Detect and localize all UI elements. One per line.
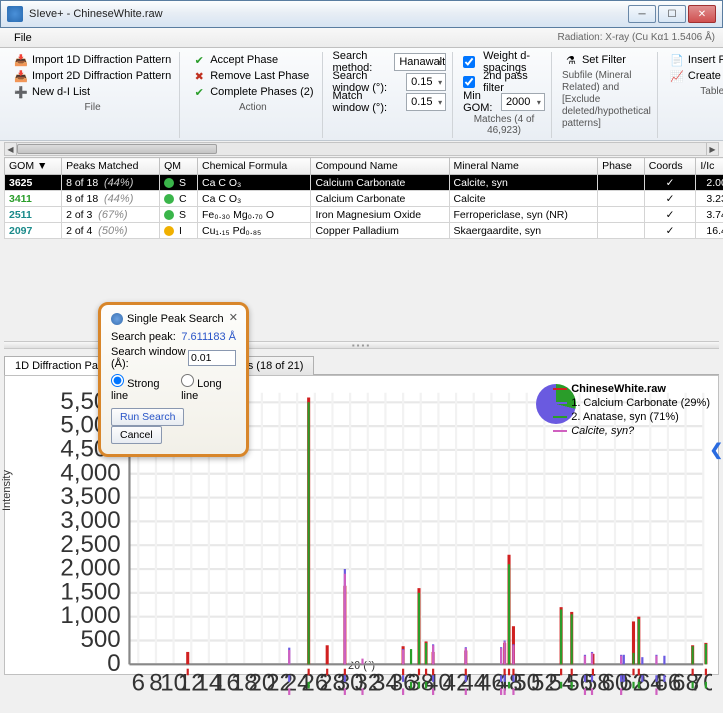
- long-line-radio[interactable]: Long line: [181, 374, 236, 402]
- search-method-combo[interactable]: Hanawalt: [394, 53, 446, 71]
- column-header[interactable]: I/Ic: [696, 158, 723, 175]
- group-label-action: Action: [190, 102, 315, 113]
- table-row[interactable]: 36258 of 18 (44%) SCa C O₃Calcium Carbon…: [5, 175, 723, 191]
- mingom-label: Min GOM:: [463, 90, 493, 114]
- search-window-dialog-label: Search window (Å):: [111, 346, 188, 370]
- subfile-text: Subfile (Mineral Related) and [Exclude d…: [562, 70, 651, 130]
- svg-text:1,000: 1,000: [60, 602, 120, 629]
- column-header[interactable]: GOM ▼: [5, 158, 62, 175]
- dialog-icon: [111, 313, 123, 325]
- complete-phases-button[interactable]: ✔Complete Phases (2): [190, 84, 315, 100]
- dialog-title: Single Peak Search: [127, 313, 224, 325]
- svg-text:2,500: 2,500: [60, 531, 120, 558]
- window-title: SIeve+ - ChineseWhite.raw: [29, 8, 628, 20]
- results-grid-wrap: GOM ▼Peaks MatchedQMChemical FormulaComp…: [0, 157, 723, 239]
- svg-text:2,000: 2,000: [60, 555, 120, 582]
- mingom-combo[interactable]: 2000: [501, 93, 545, 111]
- column-header[interactable]: Coords: [644, 158, 696, 175]
- search-peak-label: Search peak:: [111, 331, 176, 343]
- svg-text:1,500: 1,500: [60, 578, 120, 605]
- table-row[interactable]: 34118 of 18 (44%) CCa C O₃Calcium Carbon…: [5, 191, 723, 207]
- maximize-button[interactable]: ☐: [658, 5, 686, 23]
- menu-file[interactable]: File: [8, 30, 38, 46]
- column-header[interactable]: Mineral Name: [449, 158, 598, 175]
- strong-line-radio[interactable]: Strong line: [111, 374, 173, 402]
- y-axis-label: Intensity: [1, 470, 13, 511]
- close-button[interactable]: ✕: [688, 5, 716, 23]
- column-header[interactable]: Chemical Formula: [198, 158, 311, 175]
- match-window-combo[interactable]: 0.15: [406, 93, 446, 111]
- accept-phase-button[interactable]: ✔Accept Phase: [190, 52, 315, 68]
- results-grid: GOM ▼Peaks MatchedQMChemical FormulaComp…: [4, 157, 723, 239]
- secondpass-checkbox[interactable]: [463, 76, 475, 88]
- radiation-label: Radiation: X-ray (Cu Kα1 1.5406 Å): [557, 32, 715, 43]
- svg-text:6: 6: [132, 670, 145, 697]
- weight-checkbox[interactable]: [463, 56, 475, 68]
- search-peak-value: 7.611183 Å: [181, 331, 236, 343]
- set-filter-button[interactable]: ⚗Set Filter: [562, 52, 651, 68]
- svg-text:500: 500: [81, 626, 121, 653]
- new-di-button[interactable]: ➕New d-I List: [12, 84, 173, 100]
- svg-text:4,000: 4,000: [60, 459, 120, 486]
- graph-icon: 📈: [670, 69, 684, 83]
- legend-raw: ChineseWhite.raw: [571, 382, 666, 396]
- column-header[interactable]: QM: [160, 158, 198, 175]
- remove-phase-button[interactable]: ✖Remove Last Phase: [190, 68, 315, 84]
- collapse-caret-icon[interactable]: ❮: [710, 440, 723, 460]
- table-row[interactable]: 20972 of 4 (50%) ICu₁.₁₅ Pd₀.₈₅Copper Pa…: [5, 223, 723, 239]
- group-label-file: File: [12, 102, 173, 113]
- funnel-icon: ⚗: [564, 53, 578, 67]
- import-icon: 📥: [14, 69, 28, 83]
- check-icon: ✔: [192, 53, 206, 67]
- check-icon: ✔: [192, 85, 206, 99]
- legend-anatase: 2. Anatase, syn (71%): [571, 410, 679, 424]
- plus-icon: ➕: [14, 85, 28, 99]
- menu-bar: File Radiation: X-ray (Cu Kα1 1.5406 Å): [0, 28, 723, 48]
- column-header[interactable]: Phase: [598, 158, 645, 175]
- column-header[interactable]: Compound Name: [311, 158, 449, 175]
- x-icon: ✖: [192, 69, 206, 83]
- import-1d-button[interactable]: 📥Import 1D Diffraction Pattern: [12, 52, 173, 68]
- import-2d-button[interactable]: 📥Import 2D Diffraction Pattern: [12, 68, 173, 84]
- search-window-input[interactable]: [188, 350, 236, 366]
- search-window-combo[interactable]: 0.15: [406, 73, 446, 91]
- insert-pdf-button[interactable]: 📄Insert PDF: [668, 52, 723, 68]
- table-row[interactable]: 25112 of 3 (67%) SFe₀.₃₀ Mg₀.₇₀ OIron Ma…: [5, 207, 723, 223]
- dialog-close-icon[interactable]: ✕: [229, 311, 238, 324]
- ribbon-toolbar: 📥Import 1D Diffraction Pattern 📥Import 2…: [0, 48, 723, 141]
- svg-text:0: 0: [107, 650, 120, 677]
- svg-text:3,500: 3,500: [60, 483, 120, 510]
- legend: ChineseWhite.raw 1. Calcium Carbonate (2…: [553, 382, 710, 438]
- single-peak-search-dialog: Single Peak Search ✕ Search peak: 7.61118…: [98, 302, 249, 457]
- svg-text:3,000: 3,000: [60, 507, 120, 534]
- legend-caco3: 1. Calcium Carbonate (29%): [571, 396, 710, 410]
- run-search-button[interactable]: Run Search: [111, 408, 184, 426]
- pdf-icon: 📄: [670, 53, 684, 67]
- cancel-button[interactable]: Cancel: [111, 426, 162, 444]
- group-label-table: Table: [668, 86, 723, 97]
- minimize-button[interactable]: ─: [628, 5, 656, 23]
- create-graph-button[interactable]: 📈Create Graph: [668, 68, 723, 84]
- matches-label: Matches (4 of 46,923): [463, 114, 545, 136]
- import-icon: 📥: [14, 53, 28, 67]
- legend-calcite: Calcite, syn?: [571, 424, 634, 438]
- title-bar: SIeve+ - ChineseWhite.raw ─ ☐ ✕: [0, 0, 723, 28]
- column-header[interactable]: Peaks Matched: [62, 158, 160, 175]
- app-icon: [7, 6, 23, 22]
- match-window-label: Match window (°):: [333, 90, 399, 114]
- toolbar-hscroll[interactable]: ◀▶: [4, 142, 719, 156]
